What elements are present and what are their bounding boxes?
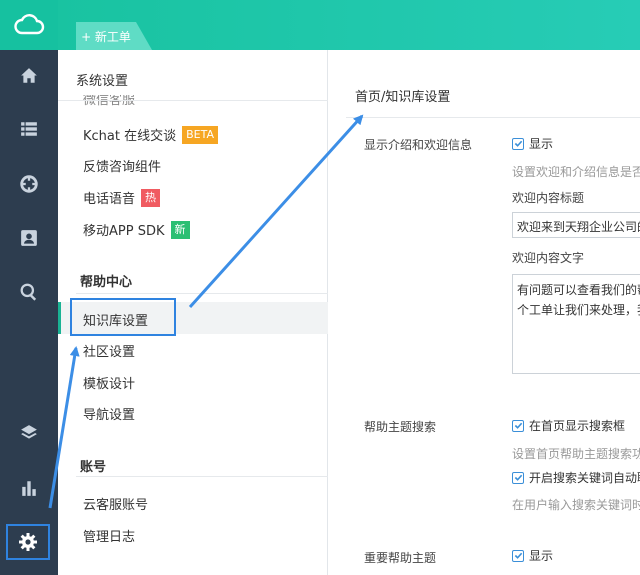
menu-item-feedback-widget[interactable]: 反馈咨询组件 [83,156,161,175]
intro-section-label: 显示介绍和欢迎信息 [364,138,473,152]
search-section-label: 帮助主题搜索 [364,420,437,434]
menu-item-label: 导航设置 [83,408,136,423]
menu-item-clipped[interactable]: 微信客服 [83,95,135,109]
search-hint: 设置首页帮助主题搜索功 [512,447,640,461]
left-nav-rail [0,0,58,575]
textarea-line: 个工单让我们来处理，我 [517,303,640,317]
show-search-box-checkbox[interactable]: 在首页显示搜索框 [512,417,625,434]
menu-item-label: 模板设计 [83,377,136,392]
checkbox-checked-icon [512,471,524,484]
menu-item-template-design[interactable]: 模板设计 [83,373,135,392]
menu-item-label: Kchat 在线交谈 [83,129,177,144]
new-badge: 新 [170,220,190,239]
intro-hint: 设置欢迎和介绍信息是否 [512,165,640,179]
auto-suggest-checkbox[interactable]: 开启搜索关键词自动联 [512,469,640,486]
bar-chart-icon[interactable] [0,462,58,514]
section-heading-help-center: 帮助中心 [80,275,133,290]
menu-item-app-sdk[interactable]: 移动APP SDK 新 [83,220,190,239]
auto-suggest-hint: 在用户输入搜索关键词时 [512,498,640,512]
menu-item-admin-log[interactable]: 管理日志 [83,526,135,545]
welcome-text-textarea[interactable]: 有问题可以查看我们的帮 个工单让我们来处理，我 [512,274,640,374]
menu-item-cloud-account[interactable]: 云客服账号 [83,494,148,513]
menu-title-divider [58,100,328,101]
menu-item-phone[interactable]: 电话语音 热 [83,188,161,207]
menu-title: 系统设置 [76,74,129,89]
cloud-logo-icon[interactable] [0,0,58,50]
welcome-text-label: 欢迎内容文字 [512,251,585,265]
content-panel: 首页/知识库设置 显示介绍和欢迎信息 显示 设置欢迎和介绍信息是否 欢迎内容标题… [328,50,640,575]
page-title-divider [346,117,640,118]
checkbox-checked-icon [512,137,524,150]
annotation-highlight-box [70,298,176,336]
menu-item-kchat[interactable]: Kchat 在线交谈 BETA [83,125,218,144]
contact-card-icon[interactable] [0,212,58,264]
home-icon[interactable] [0,50,58,102]
beta-badge: BETA [182,125,218,144]
checkbox-checked-icon [512,419,524,432]
top-bar: + 新工单 [58,0,640,50]
new-ticket-tab-tail [136,22,152,50]
list-icon[interactable] [0,103,58,155]
welcome-title-label: 欢迎内容标题 [512,191,585,205]
new-ticket-button[interactable]: + 新工单 [76,22,136,50]
checkbox-label: 显示 [529,549,554,563]
menu-item-label: 移动APP SDK [83,224,165,239]
show-important-topics-checkbox[interactable]: 显示 [512,547,553,564]
hot-badge: 热 [141,188,161,207]
layers-icon[interactable] [0,407,58,459]
checkbox-checked-icon [512,549,524,562]
settings-menu: 系统设置 微信客服 Kchat 在线交谈 BETA 反馈咨询组件 电话语音 热 … [58,50,328,575]
checkbox-label: 显示 [529,137,554,151]
page-title: 首页/知识库设置 [355,90,451,105]
section-divider [76,293,328,294]
menu-item-label: 电话语音 [83,192,136,207]
textarea-line: 有问题可以查看我们的帮 [517,283,640,297]
menu-item-community[interactable]: 社区设置 [83,341,135,360]
search-icon[interactable] [0,266,58,318]
gear-icon[interactable] [6,524,50,560]
menu-item-label: 管理日志 [83,530,136,545]
menu-item-label: 反馈咨询组件 [83,160,162,175]
important-topics-label: 重要帮助主题 [364,551,437,565]
menu-item-label: 社区设置 [83,345,136,360]
welcome-title-input[interactable]: 欢迎来到天翔企业公司的 [512,212,640,238]
menu-item-navigation[interactable]: 导航设置 [83,404,135,423]
checkbox-label: 开启搜索关键词自动联 [529,471,640,485]
show-intro-checkbox[interactable]: 显示 [512,135,553,152]
section-heading-account: 账号 [80,460,107,475]
section-divider [76,476,328,477]
lifebuoy-icon[interactable] [0,158,58,210]
checkbox-label: 在首页显示搜索框 [529,419,626,433]
menu-item-label: 云客服账号 [83,498,149,513]
